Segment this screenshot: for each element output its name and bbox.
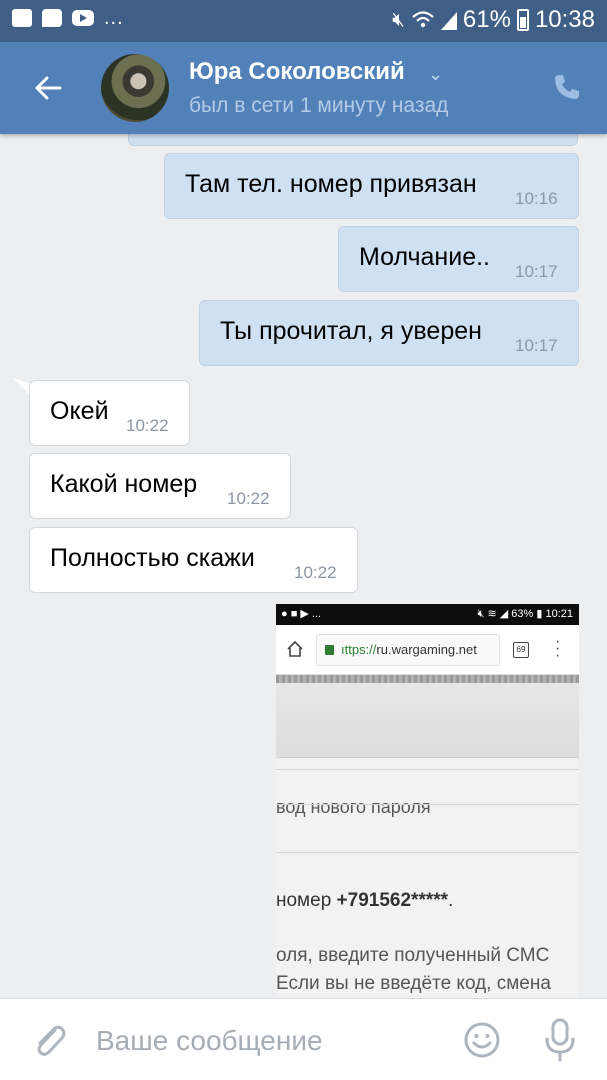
contact-status: был в сети 1 минуту назад xyxy=(189,94,449,117)
home-icon xyxy=(287,640,303,657)
image-icon xyxy=(12,9,32,27)
attachment-notification-icons: ● ■ ▶ ... xyxy=(281,608,322,620)
message-text: Ты прочитал, я уверен xyxy=(220,317,482,345)
avatar[interactable] xyxy=(101,54,169,122)
url-scheme: ıttps:// xyxy=(341,642,377,657)
url-text: ıttps://ru.wargaming.net xyxy=(341,642,477,657)
attachment-body-line-2: Если вы не введёте код, смена xyxy=(276,973,551,994)
attachment-system-status: 🔇︎ ≋ ◢ 63% ▮ 10:21 xyxy=(477,608,573,620)
status-bar: ... 🔇︎ 61% 10:38 xyxy=(0,0,607,42)
message-time: 10:17 xyxy=(515,336,558,355)
message-time: 10:22 xyxy=(227,489,270,508)
message-text: Полностью скажи xyxy=(50,544,255,572)
clock: 10:38 xyxy=(534,6,595,33)
message-bubble-outgoing[interactable]: Молчание.. 10:17 xyxy=(338,226,579,292)
attachment-status-bar: ● ■ ▶ ... 🔇︎ ≋ ◢ 63% ▮ 10:21 xyxy=(276,604,579,625)
attachment-battery: 63% xyxy=(511,608,534,620)
battery-percent: 61% xyxy=(462,6,511,33)
message-text: Молчание.. xyxy=(359,243,490,271)
message-time: 10:17 xyxy=(515,262,558,281)
chevron-down-icon[interactable]: ⌄ xyxy=(428,64,443,85)
message-bubble-incoming[interactable]: Окей 10:22 xyxy=(29,380,190,446)
youtube-icon xyxy=(72,10,94,26)
notification-icons: ... xyxy=(12,7,124,29)
image-attachment[interactable]: ● ■ ▶ ... 🔇︎ ≋ ◢ 63% ▮ 10:21 ıttps://ru.… xyxy=(276,604,579,1002)
lock-icon xyxy=(325,645,334,655)
system-icons: 🔇︎ 61% 10:38 xyxy=(392,6,595,34)
tab-count: 69 xyxy=(513,642,529,658)
message-bubble-outgoing[interactable]: Ты прочитал, я уверен 10:17 xyxy=(199,300,579,366)
attachment-heading: вод нового пароля xyxy=(276,797,431,817)
contact-name[interactable]: Юра Соколовский xyxy=(189,58,405,86)
phone-prefix: номер xyxy=(276,890,337,911)
message-time: 10:22 xyxy=(126,416,169,435)
smile-icon[interactable] xyxy=(463,1021,501,1059)
arrow-left-icon[interactable] xyxy=(32,72,64,104)
url-field: ıttps://ru.wargaming.net xyxy=(316,634,500,666)
phone-suffix: . xyxy=(448,890,454,911)
page-hero xyxy=(276,683,579,758)
message-composer: Ваше сообщение xyxy=(0,998,607,1080)
paperclip-icon[interactable] xyxy=(31,1021,67,1059)
message-text: Там тел. номер привязан xyxy=(185,170,477,198)
url-host: ru.wargaming.net xyxy=(376,642,477,657)
attachment-time: 10:21 xyxy=(545,608,573,620)
previous-message-bubble xyxy=(128,134,578,146)
overflow-dots: ... xyxy=(104,7,124,29)
message-bubble-incoming[interactable]: Полностью скажи 10:22 xyxy=(29,527,358,593)
message-icon xyxy=(42,9,62,27)
divider xyxy=(276,769,579,770)
signal-icon xyxy=(440,12,457,30)
attachment-phone-line: номер +791562*****. xyxy=(276,890,453,912)
attachment-overflow-dots: ... xyxy=(311,608,322,620)
phone-icon[interactable] xyxy=(552,72,582,102)
wifi-icon xyxy=(412,11,434,28)
message-input[interactable]: Ваше сообщение xyxy=(96,1025,323,1057)
more-vertical-icon: · · · xyxy=(555,633,561,664)
chat-header: Юра Соколовский ⌄ был в сети 1 минуту на… xyxy=(0,42,607,134)
message-bubble-outgoing[interactable]: Там тел. номер привязан 10:16 xyxy=(164,153,579,219)
attachment-body-line-1: оля, введите полученный СМС xyxy=(276,945,550,966)
microphone-icon[interactable] xyxy=(542,1017,578,1063)
message-time: 10:16 xyxy=(515,189,558,208)
message-text: Какой номер xyxy=(50,470,198,498)
divider xyxy=(276,852,579,853)
message-bubble-incoming[interactable]: Какой номер 10:22 xyxy=(29,453,291,519)
battery-icon xyxy=(516,9,529,31)
browser-url-bar: ıttps://ru.wargaming.net 69 · · · xyxy=(276,625,579,675)
phone-value: +791562***** xyxy=(336,890,449,911)
page-banner-stripe xyxy=(276,675,579,683)
divider xyxy=(276,804,579,805)
message-text: Окей xyxy=(50,397,109,425)
mute-icon: 🔇︎ xyxy=(392,8,405,31)
message-time: 10:22 xyxy=(294,563,337,582)
